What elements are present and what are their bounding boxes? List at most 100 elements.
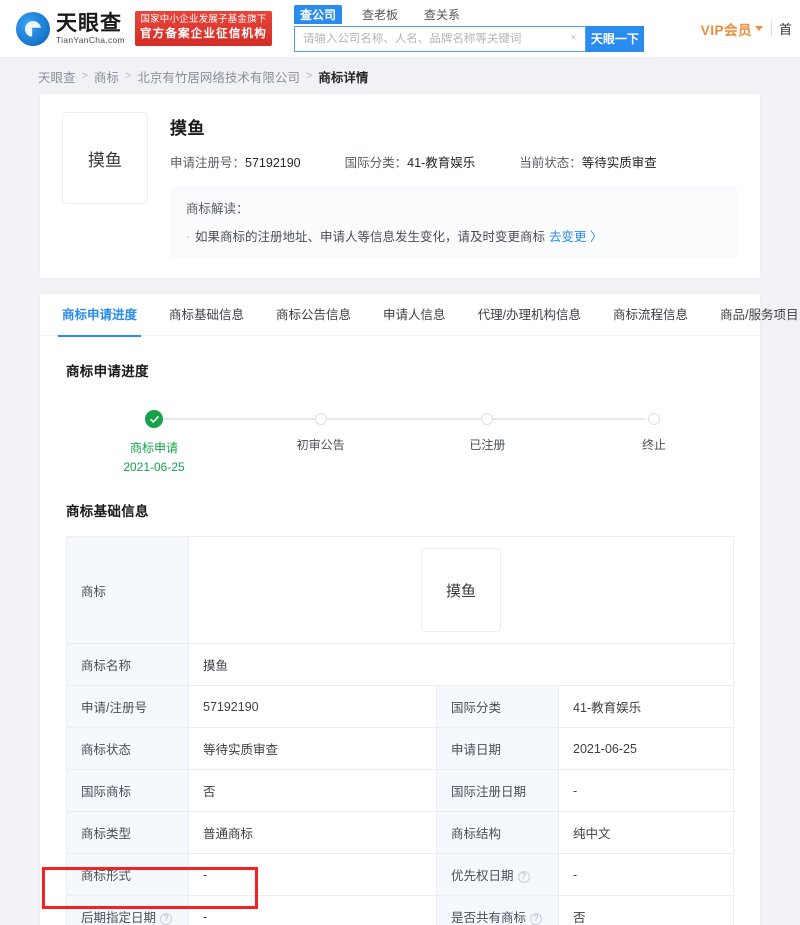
search-area: 查公司 查老板 查关系 × 天眼一下 [293,4,644,52]
tab-basic-info[interactable]: 商标基础信息 [153,294,260,336]
cell-value-subsequent-designation-date: - [188,895,437,925]
page-title: 摸鱼 [170,119,205,138]
search-tab-list: 查公司 查老板 查关系 [293,4,644,24]
cell-value-priority-date: - [558,853,734,896]
cell-value-trademark-status: 等待实质审查 [188,727,437,770]
logo-chinese-text: 天眼查 [56,11,122,35]
detail-tab-list: 商标申请进度 商标基础信息 商标公告信息 申请人信息 代理/办理机构信息 商标流… [40,294,799,337]
trademark-logo-box: 摸鱼 [62,112,148,204]
table-row: 申请/注册号 57192190 国际分类 41-教育娱乐 [66,685,734,728]
cell-label-trademark-type: 商标类型 [66,811,189,854]
table-row: 商标形式 - 优先权日期? - [66,853,734,896]
site-header: 天眼查 TianYanCha.com 国家中小企业发展子基金旗下 官方备案企业征… [0,0,800,58]
table-row: 商标类型 普通商标 商标结构 纯中文 [66,811,734,854]
cell-label-international-class: 国际分类 [436,685,559,728]
cell-value-is-shared-trademark: 否 [558,895,734,925]
meta-international-class-label: 国际分类： [344,156,408,170]
breadcrumb-item-home[interactable]: 天眼查 [38,67,76,86]
cell-label-trademark-form: 商标形式 [66,853,189,896]
tab-application-progress[interactable]: 商标申请进度 [46,294,153,337]
bullet-icon: · [186,228,190,243]
change-trademark-link[interactable]: 去变更 〉 [549,226,602,245]
timeline-step-label: 初审公告 [296,438,345,452]
cell-value-trademark-image: 摸鱼 [188,536,734,644]
trademark-summary-card: 摸鱼 摸鱼 申请注册号：57192190 国际分类：41-教育娱乐 当前状态：等… [40,94,760,278]
cell-label-subsequent-designation-date-text: 后期指定日期 [81,911,157,925]
tab-agency-info[interactable]: 代理/办理机构信息 [462,294,597,336]
table-row: 商标 摸鱼 [66,536,734,644]
cell-value-registration-number: 57192190 [188,685,437,728]
cell-label-priority-date-text: 优先权日期 [451,869,514,883]
cell-label-subsequent-designation-date: 后期指定日期? [66,895,189,925]
help-icon[interactable]: ? [517,870,530,883]
cell-label-is-shared-trademark: 是否共有商标? [436,895,559,925]
tianyancha-logo-icon [16,11,50,46]
circle-outline-icon [314,413,327,425]
search-box[interactable]: × [293,25,586,52]
tab-announcement-info[interactable]: 商标公告信息 [260,294,367,336]
basic-info-section-title: 商标基础信息 [66,504,149,519]
search-tab-company[interactable]: 查公司 [293,4,342,24]
note-title: 商标解读： [186,202,249,216]
header-right: VIP会员 首 [701,19,792,39]
trademark-image: 摸鱼 [421,548,501,632]
search-tab-relation[interactable]: 查关系 [418,5,466,24]
cell-value-trademark-structure: 纯中文 [558,811,734,854]
breadcrumb: 天眼查 > 商标 > 北京有竹居网络技术有限公司 > 商标详情 [0,58,800,94]
table-row: 后期指定日期? - 是否共有商标? 否 [66,895,734,925]
nav-item-home-truncated[interactable]: 首 [772,19,792,38]
detail-tabs-card: 商标申请进度 商标基础信息 商标公告信息 申请人信息 代理/办理机构信息 商标流… [40,294,799,925]
search-input[interactable] [302,32,568,45]
meta-current-status-value: 等待实质审查 [581,156,657,170]
meta-registration-number: 申请注册号：57192190 [170,152,301,171]
help-icon[interactable]: ? [530,912,543,925]
logo-english-text: TianYanCha.com [56,34,125,45]
circle-outline-icon [647,413,660,425]
cell-value-international-reg-date: - [558,769,734,812]
breadcrumb-item-current: 商标详情 [318,70,369,85]
cell-label-trademark-status: 商标状态 [66,727,189,770]
meta-international-class: 国际分类：41-教育娱乐 [345,152,476,171]
cell-label-registration-number: 申请/注册号 [66,685,189,728]
search-button[interactable]: 天眼一下 [585,25,644,52]
clear-icon[interactable]: × [568,33,579,44]
cell-label-trademark-structure: 商标结构 [436,811,559,854]
cell-value-trademark-name: 摸鱼 [188,643,734,686]
cell-label-priority-date: 优先权日期? [436,853,559,896]
timeline-step-label: 商标申请 [130,441,179,455]
help-icon[interactable]: ? [160,912,173,925]
site-logo[interactable]: 天眼查 TianYanCha.com [16,11,125,46]
basic-info-table: 商标 摸鱼 商标名称 摸鱼 申请/注册号 57192190 国际分类 41-教育… [66,536,734,925]
tab-applicant-info[interactable]: 申请人信息 [367,294,462,336]
breadcrumb-item-company[interactable]: 北京有竹居网络技术有限公司 [137,67,300,86]
cert-badge-line1: 国家中小企业发展子基金旗下 [140,14,267,26]
vip-member-menu[interactable]: VIP会员 [701,19,771,39]
cell-value-trademark-form: - [188,853,437,896]
breadcrumb-item-trademark[interactable]: 商标 [94,67,119,86]
cell-value-application-date: 2021-06-25 [558,727,734,770]
page-root: 天眼查 TianYanCha.com 国家中小企业发展子基金旗下 官方备案企业征… [0,0,800,925]
meta-current-status: 当前状态：等待实质审查 [519,152,657,171]
timeline-step-date: 2021-06-25 [123,460,185,474]
tab-process-info[interactable]: 商标流程信息 [597,294,704,336]
meta-current-status-label: 当前状态： [519,156,582,170]
search-row: × 天眼一下 [293,25,644,52]
table-row: 国际商标 否 国际注册日期 - [66,769,734,812]
table-row: 商标名称 摸鱼 [66,643,734,686]
application-progress-timeline: 商标申请 2021-06-25 初审公告 已注册 终止 [123,410,666,478]
progress-section: 商标申请进度 商标申请 2021-06-25 初审公告 已注册 终止 [40,336,760,486]
breadcrumb-separator: > [124,70,132,82]
table-row: 商标状态 等待实质审查 申请日期 2021-06-25 [66,727,734,770]
cell-label-is-shared-trademark-text: 是否共有商标 [451,911,527,925]
timeline-steps: 商标申请 2021-06-25 初审公告 已注册 终止 [123,410,666,474]
chevron-down-icon [754,26,763,31]
cell-label-trademark-name: 商标名称 [66,643,189,686]
cell-label-international-trademark: 国际商标 [66,769,189,812]
cell-value-trademark-type: 普通商标 [188,811,437,854]
tab-goods-services[interactable]: 商品/服务项目 [704,294,800,336]
search-tab-boss[interactable]: 查老板 [356,5,404,24]
page-content: 摸鱼 摸鱼 申请注册号：57192190 国际分类：41-教育娱乐 当前状态：等… [0,94,800,925]
timeline-step-label: 终止 [641,438,666,452]
trademark-meta-list: 申请注册号：57192190 国际分类：41-教育娱乐 当前状态：等待实质审查 [170,152,738,171]
cell-label-international-reg-date: 国际注册日期 [436,769,559,812]
